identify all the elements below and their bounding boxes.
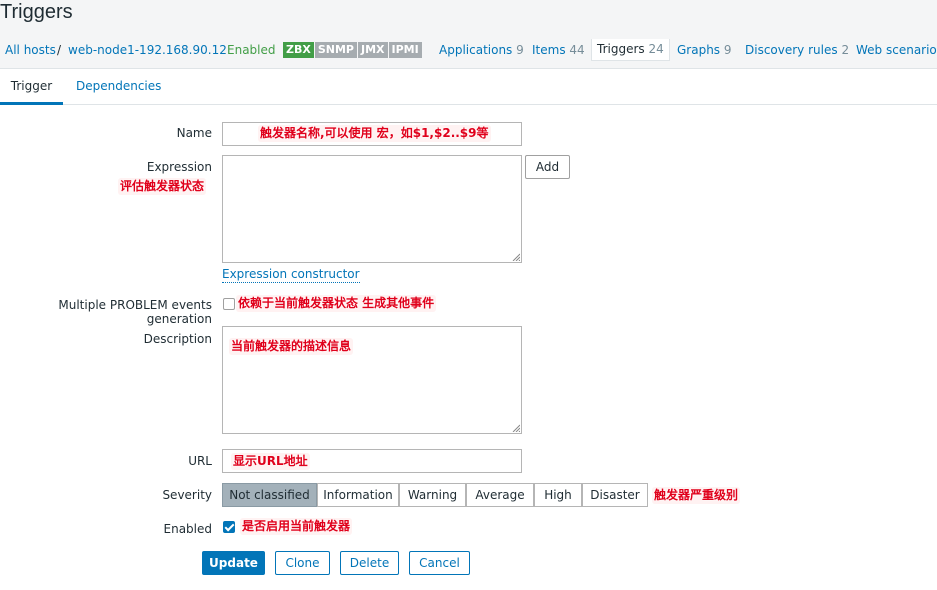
- tab-graphs[interactable]: Graphs 9: [677, 39, 732, 61]
- host-status[interactable]: Enabled: [227, 39, 276, 61]
- severity-not-classified[interactable]: Not classified: [222, 483, 317, 507]
- availability-badges: ZBX SNMP JMX IPMI: [283, 42, 423, 58]
- enabled-checkbox[interactable]: [223, 521, 235, 533]
- snmp-badge: SNMP: [314, 42, 357, 58]
- delete-button[interactable]: Delete: [340, 551, 399, 575]
- tab-applications[interactable]: Applications 9: [439, 39, 524, 61]
- cancel-button[interactable]: Cancel: [409, 551, 470, 575]
- update-button[interactable]: Update: [202, 551, 265, 575]
- description-label: Description: [143, 332, 212, 346]
- url-label: URL: [188, 454, 212, 468]
- page-title: Triggers: [0, 1, 73, 23]
- expression-label: Expression: [146, 160, 212, 174]
- add-expression-button[interactable]: Add: [525, 155, 570, 179]
- severity-warning[interactable]: Warning: [399, 483, 466, 507]
- tab-items[interactable]: Items 44: [532, 39, 585, 61]
- severity-average[interactable]: Average: [466, 483, 534, 507]
- multiple-problem-label: Multiple PROBLEM events generation: [58, 298, 212, 326]
- multiple-problem-checkbox[interactable]: [223, 298, 235, 310]
- name-label: Name: [176, 126, 212, 140]
- tab-web-scenarios[interactable]: Web scenarios: [856, 39, 937, 61]
- jmx-badge: JMX: [357, 42, 388, 58]
- severity-high[interactable]: High: [534, 483, 582, 507]
- severity-information[interactable]: Information: [317, 483, 399, 507]
- resize-handle-icon[interactable]: [512, 424, 520, 432]
- tab-discovery-rules[interactable]: Discovery rules 2: [745, 39, 849, 61]
- expression-annotation: 评估触发器状态: [118, 178, 207, 195]
- enabled-label: Enabled: [163, 522, 213, 536]
- severity-label: Severity: [162, 488, 212, 502]
- severity-disaster[interactable]: Disaster: [582, 483, 648, 507]
- all-hosts-link[interactable]: All hosts: [5, 39, 56, 61]
- tab-triggers[interactable]: Triggers 24: [591, 39, 670, 61]
- zbx-badge: ZBX: [283, 42, 314, 58]
- clone-button[interactable]: Clone: [275, 551, 330, 575]
- host-link[interactable]: web-node1-192.168.90.12: [68, 39, 227, 61]
- url-annotation: 显示URL地址: [231, 453, 310, 470]
- severity-annotation: 触发器严重级别: [652, 487, 741, 504]
- multiple-problem-annotation: 依赖于当前触发器状态 生成其他事件: [236, 295, 437, 312]
- expression-constructor-link[interactable]: Expression constructor: [222, 267, 360, 283]
- description-annotation: 当前触发器的描述信息: [229, 338, 354, 355]
- tab-trigger[interactable]: Trigger: [0, 70, 63, 105]
- resize-handle-icon[interactable]: [512, 253, 520, 261]
- breadcrumb-separator: /: [57, 43, 62, 57]
- name-annotation: 触发器名称,可以使用 宏，如$1,$2..$9等: [258, 125, 491, 142]
- expression-textarea[interactable]: [222, 155, 522, 263]
- page-header: Triggers All hosts / web-node1-192.168.9…: [0, 0, 937, 69]
- breadcrumb: All hosts / web-node1-192.168.90.12 Enab…: [0, 39, 937, 61]
- ipmi-badge: IPMI: [388, 42, 422, 58]
- tab-dependencies[interactable]: Dependencies: [76, 70, 161, 105]
- enabled-annotation: 是否启用当前触发器: [240, 518, 353, 535]
- form-tabs: Trigger Dependencies: [0, 70, 937, 105]
